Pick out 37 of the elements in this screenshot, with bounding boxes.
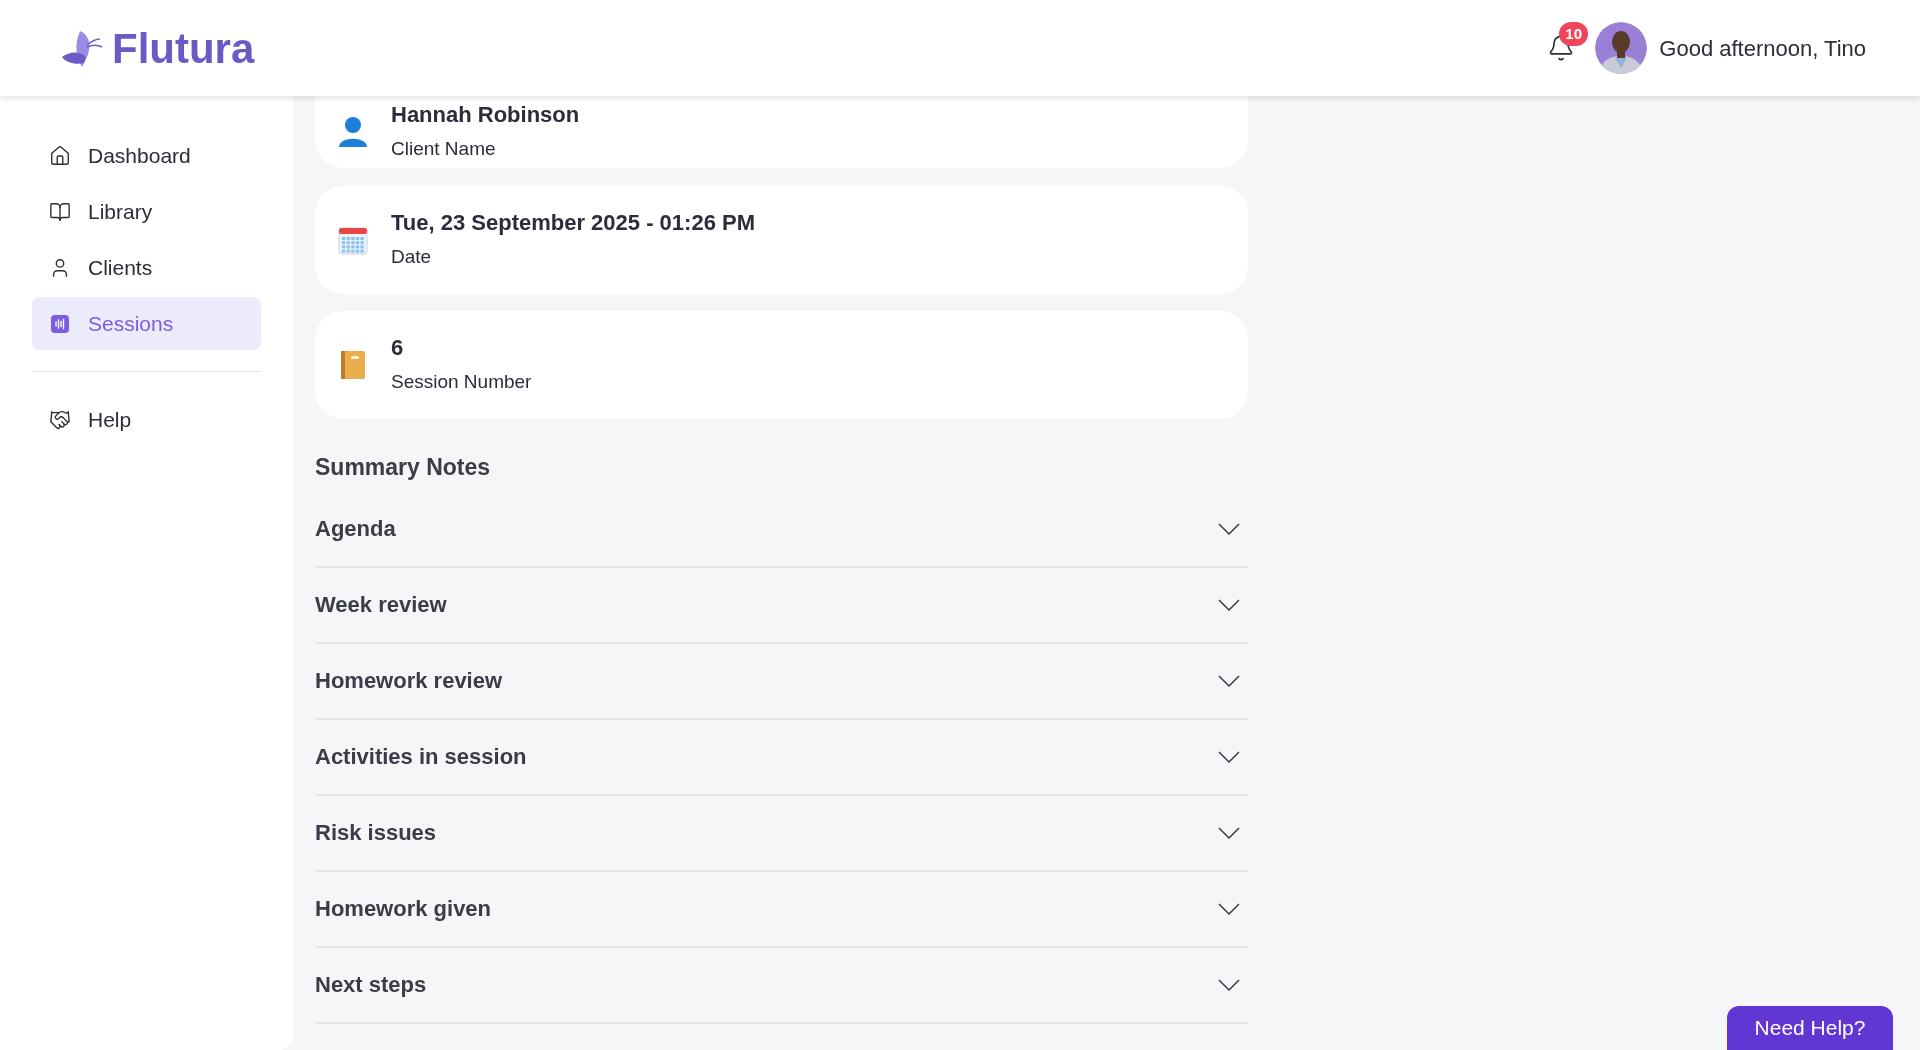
chevron-icon bbox=[1218, 902, 1240, 915]
calendar-icon bbox=[338, 225, 368, 255]
detail-label: Date bbox=[391, 245, 433, 269]
audio-wave-icon bbox=[50, 313, 70, 334]
chevron-icon bbox=[1218, 826, 1240, 839]
accordion-header[interactable]: Risk issues bbox=[315, 795, 1248, 872]
sidebar-item[interactable]: Library bbox=[32, 185, 261, 238]
detail-value: Hannah Robinson bbox=[391, 103, 580, 127]
person-icon bbox=[338, 116, 368, 148]
accordion-header[interactable]: Homework review bbox=[315, 643, 1248, 720]
accordion-header[interactable]: Agenda bbox=[315, 491, 1248, 568]
sidebar-item[interactable]: Sessions bbox=[32, 297, 261, 350]
accordion-header[interactable]: Homework given bbox=[315, 871, 1248, 948]
section-heading: Summary Notes bbox=[315, 453, 492, 482]
sidebar-item[interactable]: Clients bbox=[32, 241, 261, 294]
detail-value: 6 bbox=[391, 336, 405, 360]
accordion-header[interactable]: Next steps bbox=[315, 947, 1248, 1024]
chevron-icon bbox=[1218, 522, 1240, 535]
book-icon bbox=[49, 200, 71, 223]
accordion-header[interactable]: Activities in session bbox=[315, 719, 1248, 796]
detail-label: Client Name bbox=[391, 137, 497, 161]
chevron-icon bbox=[1218, 598, 1240, 611]
greeting-text: Good afternoon, Tino bbox=[1659, 34, 1866, 63]
help-button[interactable]: Need Help? bbox=[1727, 1006, 1893, 1050]
handshake-icon bbox=[49, 408, 71, 431]
detail-value: Tue, 23 September 2025 - 01:26 PM bbox=[391, 211, 755, 235]
logo-text: Flutura bbox=[112, 23, 255, 74]
detail-label: Session Number bbox=[391, 370, 532, 394]
accordion-header[interactable]: Week review bbox=[315, 567, 1248, 644]
chevron-icon bbox=[1218, 750, 1240, 763]
sidebar-item[interactable]: Help bbox=[32, 393, 261, 446]
home-icon bbox=[49, 144, 71, 167]
notification-count: 10 bbox=[1559, 22, 1588, 46]
chevron-icon bbox=[1218, 674, 1240, 687]
notebook-icon bbox=[340, 350, 366, 380]
chevron-icon bbox=[1218, 978, 1240, 991]
sidebar-item[interactable]: Dashboard bbox=[32, 129, 261, 182]
